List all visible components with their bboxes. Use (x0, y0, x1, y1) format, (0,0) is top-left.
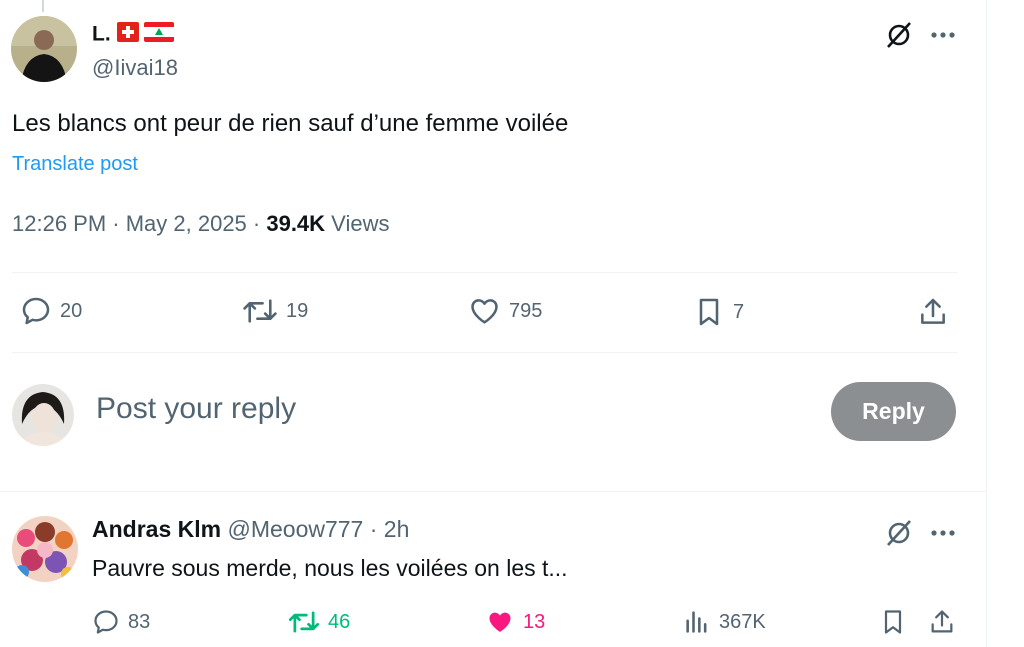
bookmark-icon (699, 298, 719, 326)
post-meta: 12:26 PM · May 2, 2025 · 39.4K Views (12, 211, 389, 237)
like-action[interactable]: 795 (468, 295, 542, 327)
like-icon (489, 612, 511, 632)
grok-icon[interactable] (882, 18, 916, 52)
swiss-flag-icon (116, 22, 139, 48)
reply-button[interactable]: Reply (831, 382, 956, 441)
bookmark-action[interactable]: 7 (693, 295, 744, 329)
reply-reply-action[interactable]: 83 (92, 608, 150, 636)
reply-share-action[interactable] (928, 607, 956, 637)
reply-author-handle[interactable]: @Meoow777 (227, 516, 363, 542)
lebanon-flag-icon (144, 22, 175, 48)
post-timestamp[interactable]: 12:26 PM · May 2, 2025 · (12, 211, 266, 236)
reply-input[interactable]: Post your reply (96, 392, 296, 426)
reply-author-name[interactable]: Andras Klm (92, 516, 221, 542)
more-icon[interactable] (928, 518, 958, 548)
author-name[interactable]: L. (92, 22, 175, 48)
repost-icon (243, 299, 277, 323)
share-action[interactable] (917, 295, 949, 329)
reply-icon (22, 297, 50, 325)
reply-action[interactable]: 20 (20, 295, 82, 327)
post-text: Les blancs ont peur de rien sauf d’une f… (12, 110, 569, 137)
thread-line (42, 0, 44, 12)
reply-bookmark-action[interactable] (879, 607, 907, 637)
reply-repost-count: 46 (328, 610, 351, 633)
author-handle[interactable]: @Iivai18 (92, 55, 178, 81)
reply-views-count: 367K (719, 610, 766, 633)
user-avatar[interactable] (12, 384, 74, 446)
reply-count: 20 (60, 299, 83, 322)
reply-like-action[interactable]: 13 (485, 608, 545, 636)
grok-icon[interactable] (882, 516, 916, 550)
author-avatar[interactable] (11, 16, 77, 82)
like-count: 795 (509, 299, 543, 322)
repost-action[interactable]: 19 (242, 295, 308, 327)
bookmark-count: 7 (733, 300, 745, 323)
timeline-column: L. @Iivai18 Les blancs ont peur de rien … (0, 0, 987, 647)
translate-link[interactable]: Translate post (12, 153, 138, 176)
reply-views-action[interactable]: 367K (683, 608, 766, 636)
like-icon (471, 299, 498, 324)
bookmark-icon (884, 610, 902, 634)
reply-age[interactable]: · 2h (363, 516, 410, 542)
reply-reply-count: 83 (128, 610, 151, 633)
reply-repost-action[interactable]: 46 (288, 608, 350, 636)
reply-author-avatar[interactable] (12, 516, 78, 582)
reply-text: Pauvre sous merde, nous les voilées on l… (92, 555, 568, 581)
share-icon (931, 610, 953, 633)
views-label: Views (325, 211, 390, 236)
reply-header: Andras Klm @Meoow777 · 2h (92, 516, 409, 543)
repost-count: 19 (286, 299, 309, 322)
more-icon[interactable] (928, 20, 958, 50)
views-count: 39.4K (266, 211, 326, 236)
share-icon (921, 298, 945, 324)
divider (0, 491, 986, 492)
repost-icon (288, 611, 320, 633)
divider (12, 352, 958, 353)
reply-icon (94, 610, 118, 634)
views-icon (686, 611, 707, 633)
divider (12, 272, 958, 273)
reply-like-count: 13 (523, 610, 546, 633)
